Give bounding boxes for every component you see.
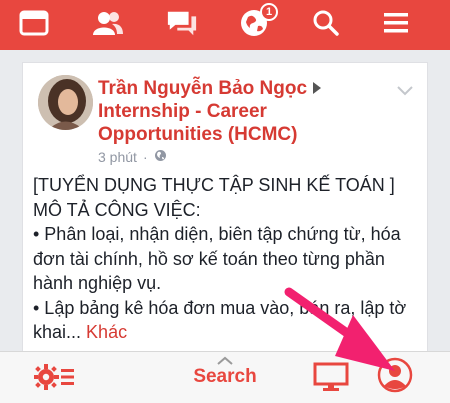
post-line: • Lập bảng kê hóa đơn mua vào, bán ra, l… — [33, 296, 425, 345]
see-more-link[interactable]: Khác — [86, 322, 127, 342]
profile-icon[interactable] — [377, 357, 413, 393]
post-line: [TUYỂN DỤNG THỰC TẬP SINH KẾ TOÁN ] — [33, 175, 395, 195]
post-header: Trần Nguyễn Bảo NgọcInternship - Career … — [98, 77, 388, 146]
post-card: Trần Nguyễn Bảo NgọcInternship - Career … — [22, 62, 428, 354]
top-navigation-bar: 1 — [0, 0, 450, 50]
avatar[interactable] — [38, 75, 93, 130]
browser-window-icon[interactable] — [18, 8, 50, 38]
friends-icon[interactable] — [92, 8, 124, 38]
messages-icon[interactable] — [166, 8, 198, 38]
search-icon[interactable] — [310, 8, 342, 38]
shared-to-arrow-icon — [313, 81, 322, 94]
chevron-down-icon[interactable] — [395, 83, 415, 97]
post-time[interactable]: 3 phút — [98, 149, 137, 165]
desktop-monitor-icon[interactable] — [313, 362, 349, 392]
post-meta: 3 phút · — [98, 149, 167, 165]
dot-separator: · — [142, 149, 148, 165]
author-name[interactable]: Trần Nguyễn Bảo Ngọc — [98, 78, 307, 99]
menu-icon[interactable] — [380, 8, 412, 38]
settings-list-icon[interactable] — [34, 363, 78, 391]
group-name[interactable]: Internship - Career Opportunities (HCMC) — [98, 101, 297, 145]
caret-up-icon[interactable] — [216, 353, 234, 365]
post-line: MÔ TẢ CÔNG VIỆC: — [33, 199, 201, 220]
public-globe-icon — [154, 149, 167, 165]
notification-count-badge: 1 — [260, 3, 278, 21]
post-line: • Phân loại, nhận diện, biên tập chứng t… — [33, 224, 401, 293]
post-body: [TUYỂN DỤNG THỰC TẬP SINH KẾ TOÁN ] MÔ T… — [33, 173, 425, 345]
search-button[interactable]: Search — [185, 366, 265, 388]
